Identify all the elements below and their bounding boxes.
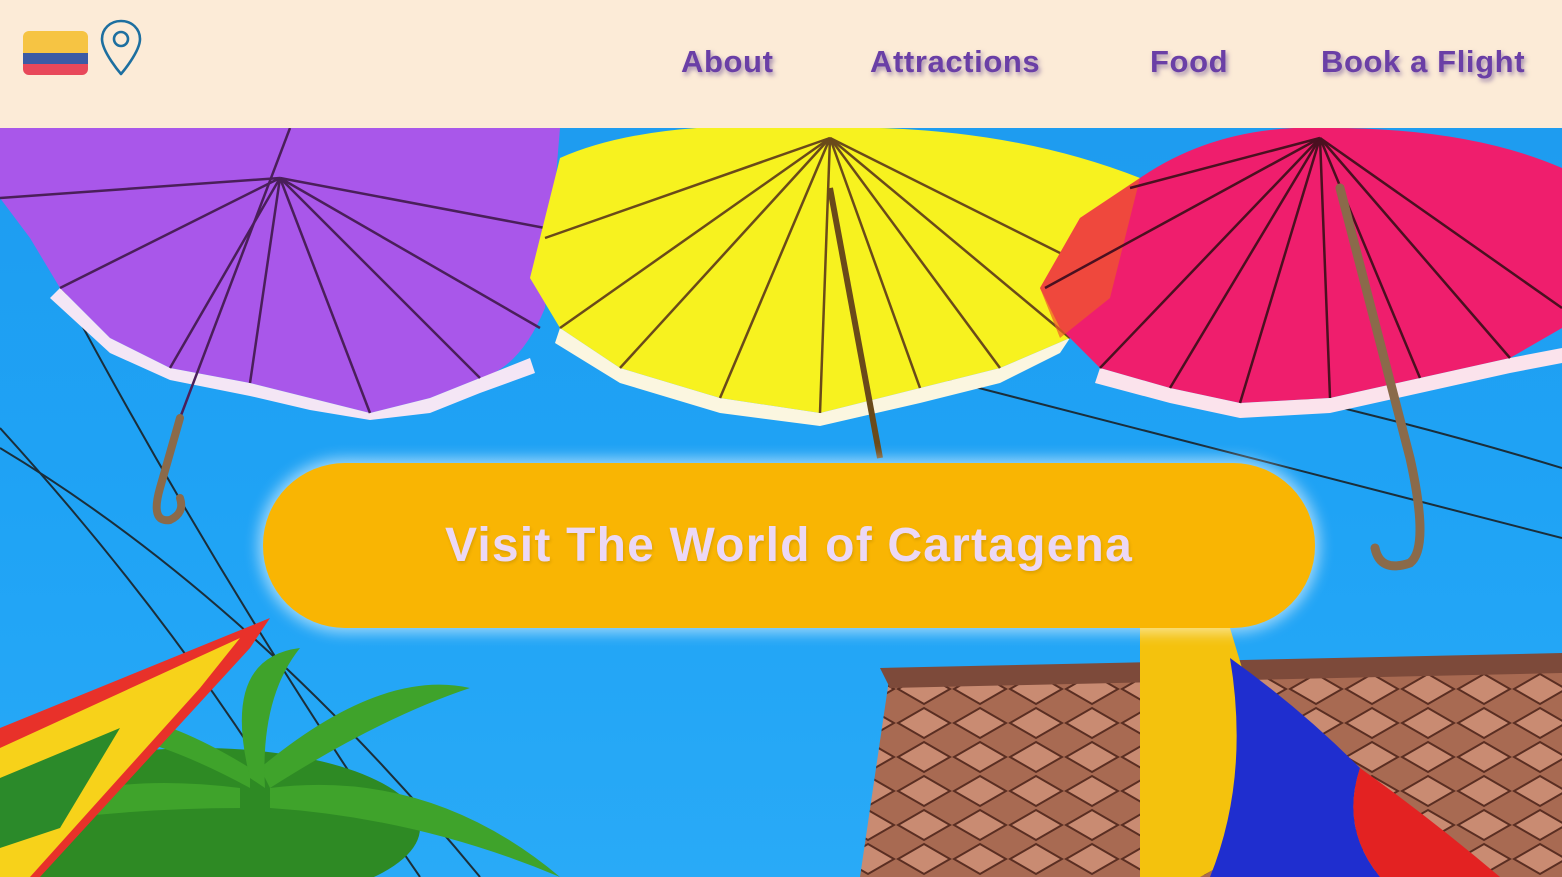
hero-banner: Visit The World of Cartagena: [0, 128, 1562, 877]
map-pin-icon[interactable]: [98, 18, 144, 78]
cta-label: Visit The World of Cartagena: [445, 519, 1133, 572]
nav-about[interactable]: About: [681, 44, 774, 80]
nav-food[interactable]: Food: [1150, 44, 1228, 80]
nav-book-a-flight[interactable]: Book a Flight: [1321, 44, 1525, 80]
nav-attractions[interactable]: Attractions: [870, 44, 1040, 80]
visit-cartagena-button[interactable]: Visit The World of Cartagena: [263, 463, 1315, 628]
flag-stripe-red: [23, 64, 88, 75]
purple-umbrella: [0, 128, 560, 525]
colombia-flag-icon[interactable]: [23, 31, 88, 75]
site-header: About Attractions Food Book a Flight: [0, 0, 1562, 128]
flag-stripe-yellow: [23, 31, 88, 53]
flag-stripe-blue: [23, 53, 88, 64]
